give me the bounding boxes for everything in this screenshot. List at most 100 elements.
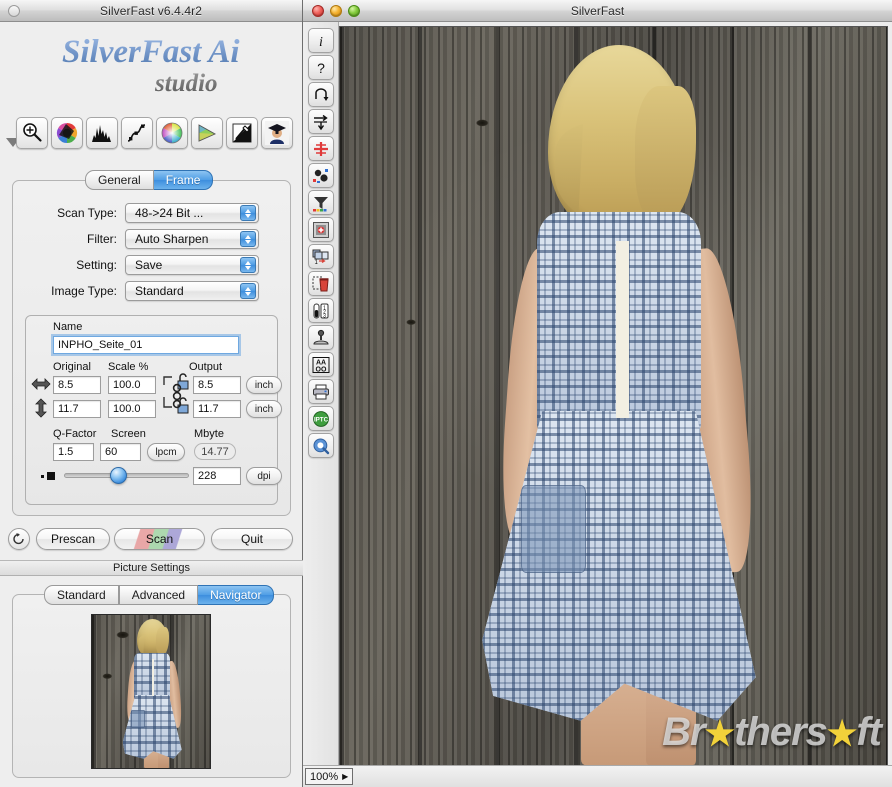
filter-label: Filter: (37, 232, 125, 246)
joystick-icon[interactable] (308, 325, 334, 350)
scan-type-select[interactable]: 48->24 Bit ... (125, 203, 259, 223)
screen-input[interactable]: 60 (100, 443, 141, 461)
mbyte-value: 14.77 (194, 443, 236, 460)
chain-link-icon[interactable] (171, 382, 183, 412)
qfactor-label: Q-Factor (53, 428, 96, 440)
navigator-thumbnail[interactable] (91, 614, 211, 769)
scan-type-value: 48->24 Bit ... (126, 206, 203, 220)
svg-text:i: i (319, 35, 323, 50)
densitometer-icon[interactable]: 1 2 3 (308, 298, 334, 323)
image-type-select[interactable]: Standard (125, 281, 259, 301)
print-icon[interactable] (308, 379, 334, 404)
chevron-updown-icon[interactable] (240, 231, 256, 247)
width-arrow-icon (31, 375, 51, 393)
height-output-input[interactable]: 11.7 (193, 400, 241, 418)
silverfast-logo: SilverFast Ai studio (0, 32, 303, 110)
picture-settings-header: Picture Settings (0, 560, 303, 576)
selective-correction-icon[interactable] (226, 117, 258, 149)
height-unit-button[interactable]: inch (246, 400, 282, 418)
resolution-input[interactable]: 228 (193, 467, 241, 485)
quicklook-icon[interactable] (308, 433, 334, 458)
text-ocr-icon[interactable]: AA OO (308, 352, 334, 377)
name-input[interactable]: INPHO_Seite_01 (53, 336, 239, 354)
width-scale-input[interactable]: 100.0 (108, 376, 156, 394)
svg-text:AA: AA (315, 359, 325, 366)
dress-buttons (152, 659, 155, 696)
scan-preview-area[interactable]: Br★thers★ft (339, 26, 888, 766)
dress-pocket (131, 710, 145, 728)
quit-button[interactable]: Quit (211, 528, 293, 550)
image-type-row: Image Type: Standard (37, 281, 259, 301)
chevron-right-icon[interactable]: ▶ (342, 772, 348, 781)
zoom-level-value: 100% (310, 771, 338, 783)
color-gamut-icon[interactable] (191, 117, 223, 149)
resolution-unit-button[interactable]: dpi (246, 467, 282, 485)
chevron-updown-icon[interactable] (240, 257, 256, 273)
tab-advanced[interactable]: Advanced (119, 585, 198, 605)
image-type-value: Standard (126, 284, 184, 298)
preview-photo: Br★thers★ft (340, 27, 887, 765)
setting-select[interactable]: Save (125, 255, 259, 275)
reset-button[interactable] (8, 528, 30, 550)
brothersoft-watermark: Br★thers★ft (662, 710, 881, 755)
histogram-icon[interactable] (86, 117, 118, 149)
delete-frame-icon[interactable] (308, 271, 334, 296)
resolution-slider-knob[interactable] (110, 467, 127, 484)
zoom-level-selector[interactable]: 100% ▶ (305, 768, 353, 785)
color-wheel-icon[interactable] (156, 117, 188, 149)
info-icon[interactable]: i (308, 28, 334, 53)
chevron-updown-icon[interactable] (240, 205, 256, 221)
frame-tab-bar: General Frame (85, 170, 213, 190)
gradation-curve-icon[interactable] (121, 117, 153, 149)
app-root: SilverFast v6.4.4r2 SilverFast Ai studio (0, 0, 892, 787)
picture-settings-tab-bar: Standard Advanced Navigator (44, 585, 274, 605)
prescan-button[interactable]: Prescan (36, 528, 110, 550)
magnifier-icon[interactable] (16, 117, 48, 149)
screen-label: Screen (111, 428, 146, 440)
expert-icon[interactable] (261, 117, 293, 149)
screen-unit-button[interactable]: lpcm (147, 443, 185, 461)
height-scale-input[interactable]: 100.0 (108, 400, 156, 418)
close-icon[interactable] (312, 5, 324, 17)
svg-text:1: 1 (314, 260, 318, 266)
help-icon[interactable]: ? (308, 55, 334, 80)
tool-palette (16, 117, 293, 149)
color-aperture-icon[interactable] (51, 117, 83, 149)
scan-button-label: Scan (146, 532, 173, 546)
filter-select[interactable]: Auto Sharpen (125, 229, 259, 249)
rotate-icon[interactable] (308, 82, 334, 107)
width-unit-button[interactable]: inch (246, 376, 282, 394)
scan-type-row: Scan Type: 48->24 Bit ... (37, 203, 259, 223)
width-output-input[interactable]: 8.5 (193, 376, 241, 394)
left-window-title: SilverFast v6.4.4r2 (100, 4, 202, 18)
height-arrow-icon (33, 398, 49, 418)
descreen-icon[interactable] (308, 163, 334, 188)
height-original-input[interactable]: 11.7 (53, 400, 101, 418)
dust-removal-icon[interactable] (308, 217, 334, 242)
dress-pocket (521, 485, 587, 574)
zoom-icon[interactable] (348, 5, 360, 17)
preview-window-titlebar[interactable]: SilverFast (303, 0, 892, 22)
close-icon[interactable] (8, 5, 20, 17)
tab-navigator[interactable]: Navigator (198, 585, 274, 605)
flip-icon[interactable] (308, 109, 334, 134)
qfactor-input[interactable]: 1.5 (53, 443, 94, 461)
star-icon: ★ (705, 715, 734, 753)
tab-general[interactable]: General (85, 170, 154, 190)
frames-icon[interactable]: 1 (308, 244, 334, 269)
preview-vertical-toolbar: i ? (303, 22, 339, 765)
svg-text:IPTC: IPTC (313, 416, 328, 423)
tab-frame[interactable]: Frame (154, 170, 214, 190)
image-type-label: Image Type: (37, 284, 125, 298)
setting-row: Setting: Save (37, 255, 259, 275)
color-funnel-icon[interactable] (308, 190, 334, 215)
tab-standard[interactable]: Standard (44, 585, 119, 605)
scan-button[interactable]: Scan (114, 528, 205, 550)
crosshair-icon[interactable] (308, 136, 334, 161)
iptc-icon[interactable]: IPTC (308, 406, 334, 431)
chevron-updown-icon[interactable] (240, 283, 256, 299)
minimize-icon[interactable] (330, 5, 342, 17)
width-original-input[interactable]: 8.5 (53, 376, 101, 394)
left-window-titlebar[interactable]: SilverFast v6.4.4r2 (0, 0, 302, 22)
name-label: Name (53, 321, 82, 333)
